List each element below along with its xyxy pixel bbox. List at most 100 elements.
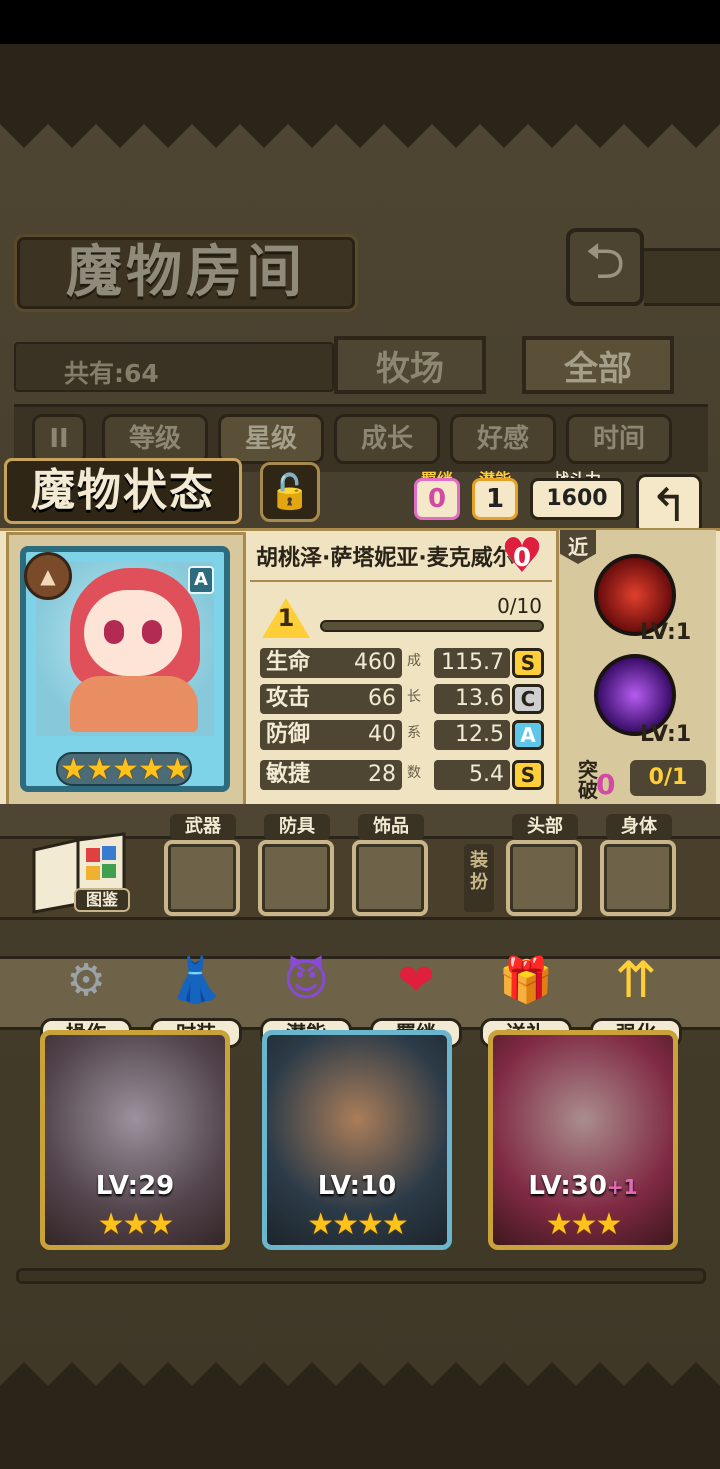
stat-value: 460 [354,650,396,675]
slot-label-body: 身体 [606,814,672,840]
exp-text: 0/10 [497,594,542,618]
filter-time[interactable]: 时间 [566,414,672,464]
outfit-icon: 👗 [168,955,224,1006]
slot-label-armor: 防具 [264,814,330,840]
filter-affection[interactable]: 好感 [450,414,556,464]
roster-stars: ★★★ [545,1207,623,1242]
return-icon: ⮌ [584,231,626,290]
grade-badge: C [512,684,544,714]
affection-value: 0 [512,543,532,573]
lock-icon: 🔓 [268,472,312,512]
growth-char: 数 [407,765,421,781]
grade-badge: A [512,720,544,750]
slot-label-accessory: 饰品 [358,814,424,840]
break-progress: 0/1 [630,760,706,796]
growth-char: 系 [407,725,421,741]
element-badge: ▲ [24,552,72,600]
weapon-slot[interactable] [164,840,240,916]
growth-value: 12.5 [434,720,510,750]
stat-value: 66 [368,686,396,711]
hearts-icon: ❤ [397,954,435,1006]
armor-slot[interactable] [258,840,334,916]
roster-level: LV:30 [528,1171,607,1201]
demon-icon: 😈 [283,954,329,1006]
mountain-icon: ▲ [40,564,56,588]
exp-bar [320,620,544,632]
encyclopedia-label: 图鉴 [74,888,130,912]
head-slot[interactable] [506,840,582,916]
monster-count: 共有:64 [64,359,159,388]
sort-order-button[interactable]: II [32,414,86,464]
power-value: 1600 [530,478,624,520]
bottom-backdrop [0,1395,720,1469]
status-header: 魔物状态 [4,458,242,524]
potential-value: 1 [472,478,518,520]
page-title: 魔物房间 [66,240,306,305]
back-button[interactable]: ⮌ [566,228,644,306]
stat-row-hp: 生命 460 成 115.7 S [256,646,546,680]
portrait-body [70,676,198,732]
portrait-right-eye [142,620,162,644]
stat-value: 40 [368,722,396,747]
star-icon: ★ [164,752,191,787]
close-status-button[interactable]: ↰ [636,474,702,536]
body-slot[interactable] [600,840,676,916]
roster-plus: +1 [606,1175,638,1199]
star-icon: ★ [112,752,139,787]
portrait-face [84,590,182,676]
roster-level: LV:10 [317,1171,397,1201]
stat-value: 28 [368,762,396,787]
growth-char: 长 [407,689,421,705]
status-title: 魔物状态 [31,465,215,516]
bottom-zigzag-border [0,1362,720,1396]
star-icon: ★ [138,752,165,787]
roster-card[interactable]: LV:30+1 ★★★ [488,1030,678,1250]
tab-ranch[interactable]: 牧场 [334,336,486,394]
title-banner: 魔物房间 [14,234,358,312]
roster-stars: ★★★ [97,1207,175,1242]
stat-row-defense: 防御 40 系 12.5 A [256,718,546,752]
star-icon: ★ [60,752,87,787]
slot-label-weapon: 武器 [170,814,236,840]
top-backdrop [0,44,720,114]
dress-up-label: 装扮 [464,844,494,912]
slot-label-head: 头部 [512,814,578,840]
gear-icon: ⚙ [66,954,106,1006]
roster-card[interactable]: LV:10 ★★★★ [262,1030,452,1250]
growth-value: 115.7 [434,648,510,678]
tab-ranch-label: 牧场 [376,348,444,389]
back-button-extension [644,248,720,306]
list-bottom-rail [16,1268,706,1284]
break-count: 0 [596,768,616,801]
roster-level: LV:29 [95,1171,175,1201]
grade-badge: S [512,760,544,790]
filter-growth[interactable]: 成长 [334,414,440,464]
grade-badge: S [512,648,544,678]
star-icon: ★ [86,752,113,787]
filter-level[interactable]: 等级 [102,414,208,464]
skill-level: LV:1 [640,620,692,645]
return-arrow-icon: ↰ [649,478,689,532]
count-bar: 共有:64 [14,342,334,392]
roster-stars: ★★★★ [307,1207,409,1242]
roster-card[interactable]: LV:29 ★★★ [40,1030,230,1250]
skill-level: LV:1 [640,722,692,747]
roster-level-row: LV:30+1 [493,1171,673,1201]
arrows-up-icon: ⇈ [615,951,657,1009]
growth-value: 5.4 [434,760,510,790]
bond-value: 0 [414,478,460,520]
stat-row-agility: 敏捷 28 数 5.4 S [256,758,546,792]
tab-all[interactable]: 全部 [522,336,674,394]
stat-row-attack: 攻击 66 长 13.6 C [256,682,546,716]
tab-all-label: 全部 [564,348,632,389]
gift-icon: 🎁 [498,955,554,1006]
top-zigzag-border [0,114,720,148]
growth-value: 13.6 [434,684,510,714]
rank-badge: A [188,566,214,594]
accessory-slot[interactable] [352,840,428,916]
lock-button[interactable]: 🔓 [260,462,320,522]
portrait-left-eye [104,620,124,644]
filter-stars[interactable]: 星级 [218,414,324,464]
growth-char: 成 [407,653,421,669]
status-bar [0,0,720,44]
